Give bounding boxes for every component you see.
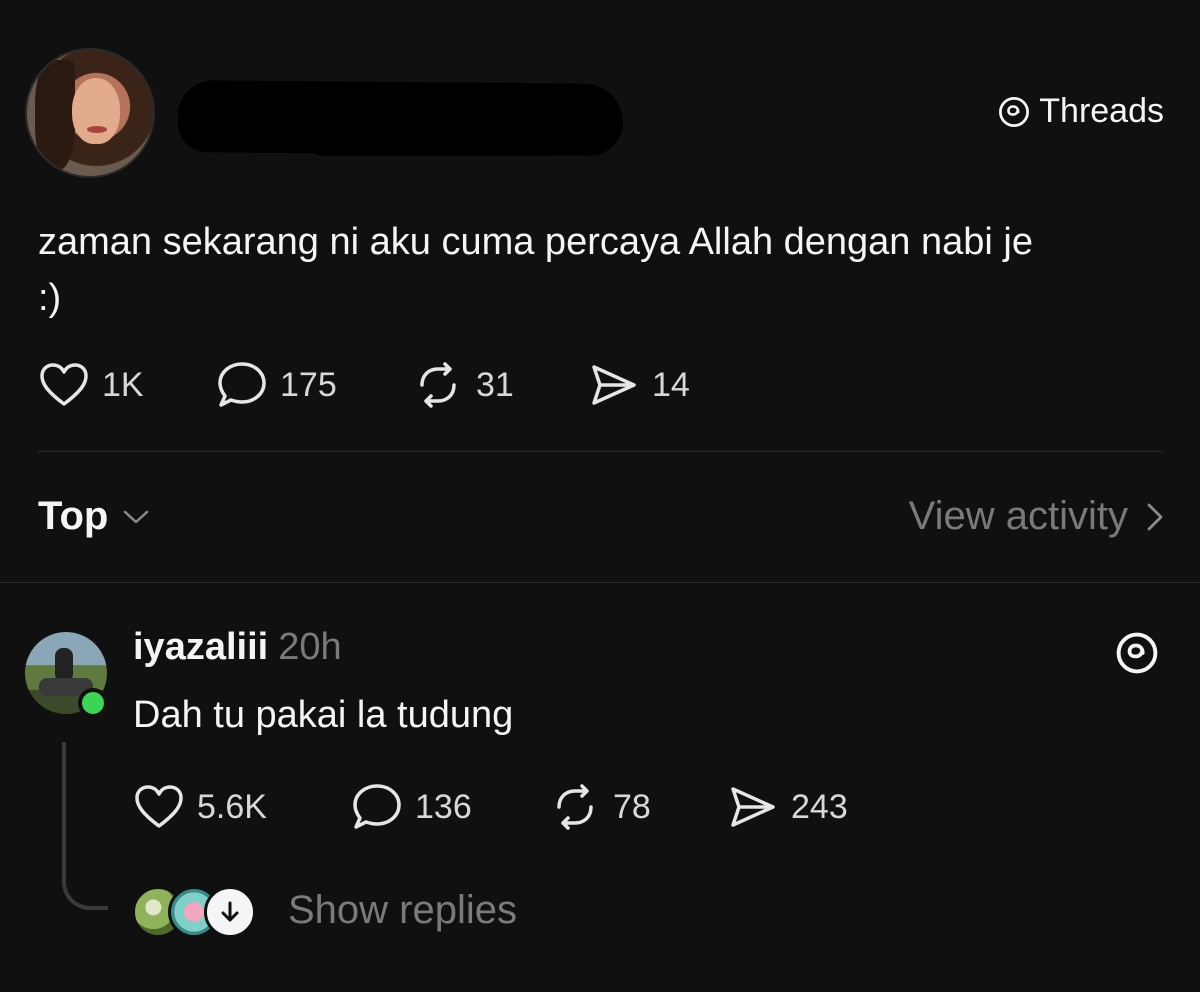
reply-actions: 5.6K 136 78 243 <box>133 782 848 832</box>
post-comment-button[interactable]: 175 <box>216 360 412 410</box>
reply-repost-button[interactable]: 78 <box>549 783 727 831</box>
comment-bubble-icon <box>351 782 403 832</box>
show-replies-link[interactable]: Show replies <box>288 888 517 933</box>
sort-dropdown[interactable]: Top <box>38 494 150 539</box>
post-repost-button[interactable]: 31 <box>412 361 588 409</box>
post-repost-count: 31 <box>476 365 514 404</box>
reply-share-button[interactable]: 243 <box>727 783 848 831</box>
chevron-down-icon <box>122 508 150 526</box>
sort-label: Top <box>38 494 109 538</box>
thread-connector-line <box>62 742 108 910</box>
post-text: zaman sekarang ni aku cuma percaya Allah… <box>38 214 1163 326</box>
reply-timestamp: 20h <box>278 626 342 668</box>
heart-icon <box>133 784 185 830</box>
redacted-username-part <box>305 118 565 156</box>
reply-comment-count: 136 <box>415 787 472 826</box>
reply-header: iyazaliii 20h <box>133 626 342 669</box>
reply-text: Dah tu pakai la tudung <box>133 694 514 736</box>
reply-comment-button[interactable]: 136 <box>351 782 549 832</box>
divider <box>0 582 1200 583</box>
post-share-button[interactable]: 14 <box>588 361 690 409</box>
threads-logo-icon <box>997 95 1031 129</box>
threads-logo-icon[interactable] <box>1114 630 1160 676</box>
send-icon <box>588 361 640 409</box>
online-status-dot <box>78 688 108 718</box>
post-like-button[interactable]: 1K <box>38 362 216 408</box>
reply-like-button[interactable]: 5.6K <box>133 784 351 830</box>
reply-repost-count: 78 <box>613 787 651 826</box>
send-icon <box>727 783 779 831</box>
view-activity-link[interactable]: View activity <box>909 494 1164 539</box>
threads-brand-label: Threads <box>1039 92 1164 130</box>
arrow-down-circle-icon <box>204 886 256 938</box>
chevron-right-icon <box>1146 502 1164 532</box>
repost-icon <box>549 783 601 831</box>
view-activity-label: View activity <box>908 494 1128 538</box>
post-actions: 1K 175 31 14 <box>38 360 690 410</box>
reply-avatars-stack[interactable] <box>132 886 262 938</box>
reply-username[interactable]: iyazaliii <box>133 626 268 669</box>
post-like-count: 1K <box>102 365 144 404</box>
reply-share-count: 243 <box>791 787 848 826</box>
repost-icon <box>412 361 464 409</box>
post-comment-count: 175 <box>280 365 337 404</box>
reply-like-count: 5.6K <box>197 787 267 826</box>
heart-icon <box>38 362 90 408</box>
threads-brand: Threads <box>997 92 1164 131</box>
post-share-count: 14 <box>652 365 690 404</box>
comment-bubble-icon <box>216 360 268 410</box>
post-author-avatar[interactable] <box>25 48 155 178</box>
post-text-line-1: zaman sekarang ni aku cuma percaya Allah… <box>38 221 1033 263</box>
divider <box>38 451 1163 452</box>
post-text-line-2: :) <box>38 277 62 319</box>
